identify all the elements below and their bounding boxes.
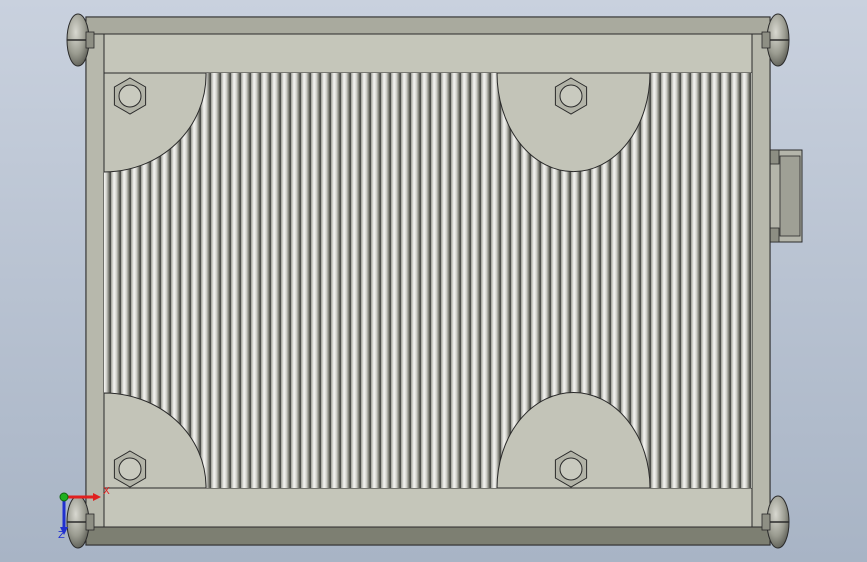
right-rail (751, 16, 771, 546)
triad-x-label: X (103, 486, 110, 497)
bottom-lid (103, 487, 753, 528)
side-connector[interactable] (769, 149, 803, 243)
heatsink-fins (104, 73, 752, 488)
left-rail (85, 16, 105, 546)
bottom-end-plate (85, 526, 771, 546)
cad-viewport[interactable] (0, 0, 867, 562)
top-lid (103, 33, 753, 74)
triad-z-label: Z (58, 530, 65, 541)
triad-y-axis (59, 492, 69, 502)
top-end-plate (85, 16, 771, 35)
